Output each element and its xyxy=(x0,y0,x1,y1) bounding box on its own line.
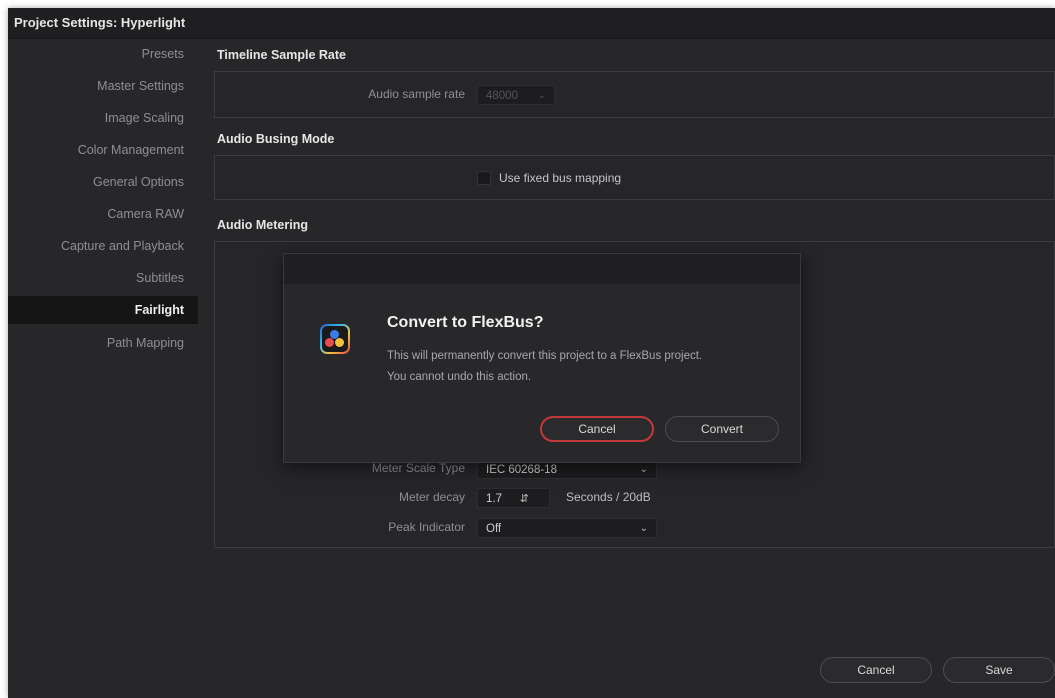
sidebar-item-path-mapping[interactable]: Path Mapping xyxy=(8,329,198,357)
meter-decay-label: Meter decay xyxy=(398,490,465,504)
meter-decay-stepper[interactable]: 1.7 ⇵ xyxy=(477,488,550,508)
dialog-title: Convert to FlexBus? xyxy=(387,314,544,331)
sidebar-item-subtitles[interactable]: Subtitles xyxy=(8,264,198,292)
sample-rate-panel: Audio sample rate 48000 ⌄ xyxy=(214,71,1055,118)
section-title-audio-busing-mode: Audio Busing Mode xyxy=(217,132,335,146)
sidebar-item-general-options[interactable]: General Options xyxy=(8,168,198,196)
sidebar-item-color-management[interactable]: Color Management xyxy=(8,136,198,164)
fixed-bus-mapping-checkbox[interactable] xyxy=(477,171,491,185)
busing-panel: Use fixed bus mapping xyxy=(214,155,1055,200)
sidebar-item-capture-and-playback[interactable]: Capture and Playback xyxy=(8,232,198,260)
window-titlebar: Project Settings: Hyperlight xyxy=(8,8,1055,39)
up-down-stepper-icon[interactable]: ⇵ xyxy=(520,489,529,509)
peak-indicator-label: Peak Indicator xyxy=(388,520,465,534)
peak-indicator-select[interactable]: Off ⌄ xyxy=(477,518,657,538)
dialog-titlebar xyxy=(284,254,800,284)
convert-flexbus-dialog: Convert to FlexBus? This will permanentl… xyxy=(283,253,801,463)
sidebar-item-image-scaling[interactable]: Image Scaling xyxy=(8,104,198,132)
chevron-down-icon: ⌄ xyxy=(537,90,546,101)
meter-scale-type-value: IEC 60268-18 xyxy=(486,464,557,476)
audio-sample-rate-select[interactable]: 48000 ⌄ xyxy=(477,85,555,105)
dialog-cancel-button[interactable]: Cancel xyxy=(540,416,654,442)
dialog-message: This will permanently convert this proje… xyxy=(387,350,703,383)
cancel-button[interactable]: Cancel xyxy=(820,657,932,683)
sidebar-item-presets[interactable]: Presets xyxy=(8,40,198,68)
fixed-bus-mapping-label: Use fixed bus mapping xyxy=(499,171,622,185)
davinci-resolve-app-icon xyxy=(320,324,350,354)
chevron-down-icon: ⌄ xyxy=(639,523,648,534)
section-title-timeline-sample-rate: Timeline Sample Rate xyxy=(217,48,346,62)
audio-sample-rate-value: 48000 xyxy=(486,90,518,102)
settings-sidebar: Presets Master Settings Image Scaling Co… xyxy=(8,39,198,698)
sidebar-item-camera-raw[interactable]: Camera RAW xyxy=(8,200,198,228)
save-button[interactable]: Save xyxy=(943,657,1055,683)
meter-decay-value: 1.7 xyxy=(486,493,502,505)
sidebar-item-fairlight[interactable]: Fairlight xyxy=(8,296,198,324)
chevron-down-icon: ⌄ xyxy=(639,464,648,475)
window-title: Project Settings: Hyperlight xyxy=(14,15,186,30)
audio-sample-rate-label: Audio sample rate xyxy=(368,87,465,101)
sidebar-item-master-settings[interactable]: Master Settings xyxy=(8,72,198,100)
section-title-audio-metering: Audio Metering xyxy=(217,218,308,232)
meter-scale-type-label: Meter Scale Type xyxy=(371,461,465,475)
peak-indicator-value: Off xyxy=(486,523,502,535)
meter-decay-unit: Seconds / 20dB xyxy=(566,490,651,504)
dialog-convert-button[interactable]: Convert xyxy=(665,416,779,442)
